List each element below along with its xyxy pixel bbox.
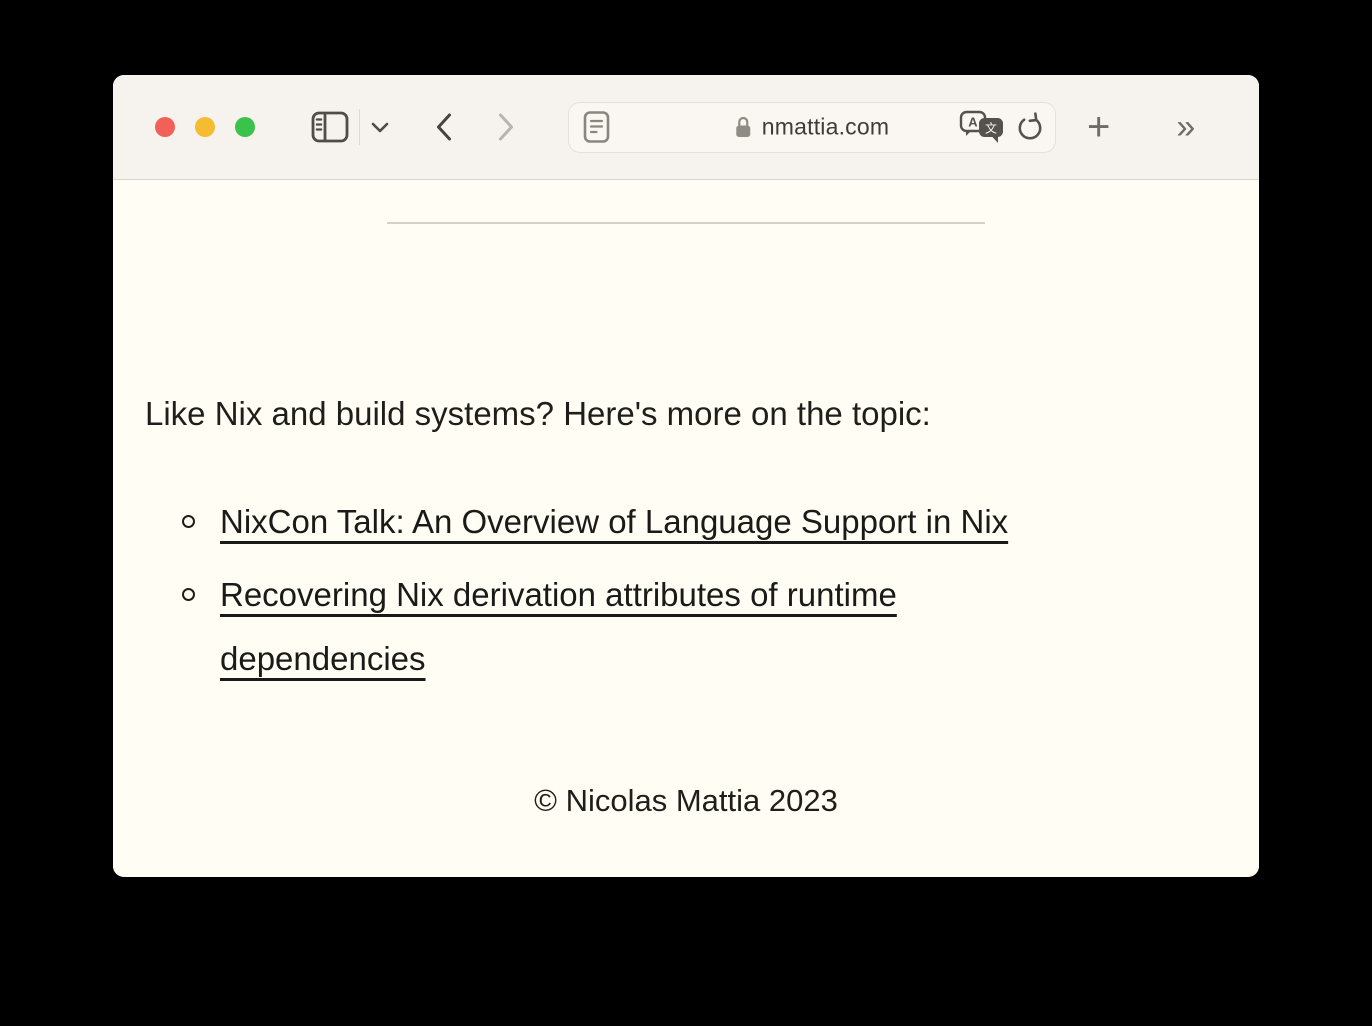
address-bar[interactable]: nmattia.com A 文 <box>568 101 1056 153</box>
forward-button[interactable] <box>496 112 516 142</box>
url-domain-text: nmattia.com <box>761 113 890 140</box>
tab-group-dropdown-button[interactable] <box>370 121 390 134</box>
plus-icon: + <box>1087 105 1111 149</box>
translate-button[interactable]: A 文 <box>959 109 1005 145</box>
link-nixcon-talk[interactable]: NixCon Talk: An Overview of Language Sup… <box>220 503 1008 540</box>
reload-icon <box>1015 112 1045 142</box>
chevron-left-icon <box>434 112 454 142</box>
traffic-lights <box>155 117 255 137</box>
copyright-footer: © Nicolas Mattia 2023 <box>534 783 838 818</box>
page-content: Like Nix and build systems? Here's more … <box>113 180 1259 876</box>
section-divider <box>387 222 985 224</box>
translate-icon: A 文 <box>959 109 1005 145</box>
related-links-list: NixCon Talk: An Overview of Language Sup… <box>145 490 1227 691</box>
circle-bullet-icon <box>182 515 195 528</box>
sidebar-icon <box>311 111 349 143</box>
svg-text:文: 文 <box>985 121 997 136</box>
circle-bullet-icon <box>182 588 195 601</box>
browser-toolbar: nmattia.com A 文 + » <box>113 75 1259 180</box>
new-tab-button[interactable]: + <box>1087 105 1111 149</box>
close-window-button[interactable] <box>155 117 175 137</box>
minimize-window-button[interactable] <box>195 117 215 137</box>
double-chevron-right-icon: » <box>1176 108 1196 146</box>
svg-text:A: A <box>968 115 978 130</box>
list-item: NixCon Talk: An Overview of Language Sup… <box>182 490 1227 554</box>
browser-window: nmattia.com A 文 + » Like Nix and build s… <box>113 75 1259 877</box>
back-button[interactable] <box>434 112 454 142</box>
toolbar-overflow-button[interactable]: » <box>1176 108 1196 146</box>
reader-icon <box>583 110 610 144</box>
url-display: nmattia.com <box>735 114 889 141</box>
list-item: Recovering Nix derivation attributes of … <box>182 563 1080 691</box>
chevron-right-icon <box>496 112 516 142</box>
reader-mode-button[interactable] <box>583 110 610 144</box>
sidebar-toggle-button[interactable] <box>311 111 349 143</box>
link-recovering-nix-derivation[interactable]: Recovering Nix derivation attributes of … <box>220 576 897 677</box>
toolbar-separator <box>359 109 360 145</box>
reload-button[interactable] <box>1015 112 1045 142</box>
lock-icon <box>735 115 752 139</box>
chevron-down-icon <box>370 121 390 134</box>
zoom-window-button[interactable] <box>235 117 255 137</box>
intro-text: Like Nix and build systems? Here's more … <box>145 395 931 432</box>
